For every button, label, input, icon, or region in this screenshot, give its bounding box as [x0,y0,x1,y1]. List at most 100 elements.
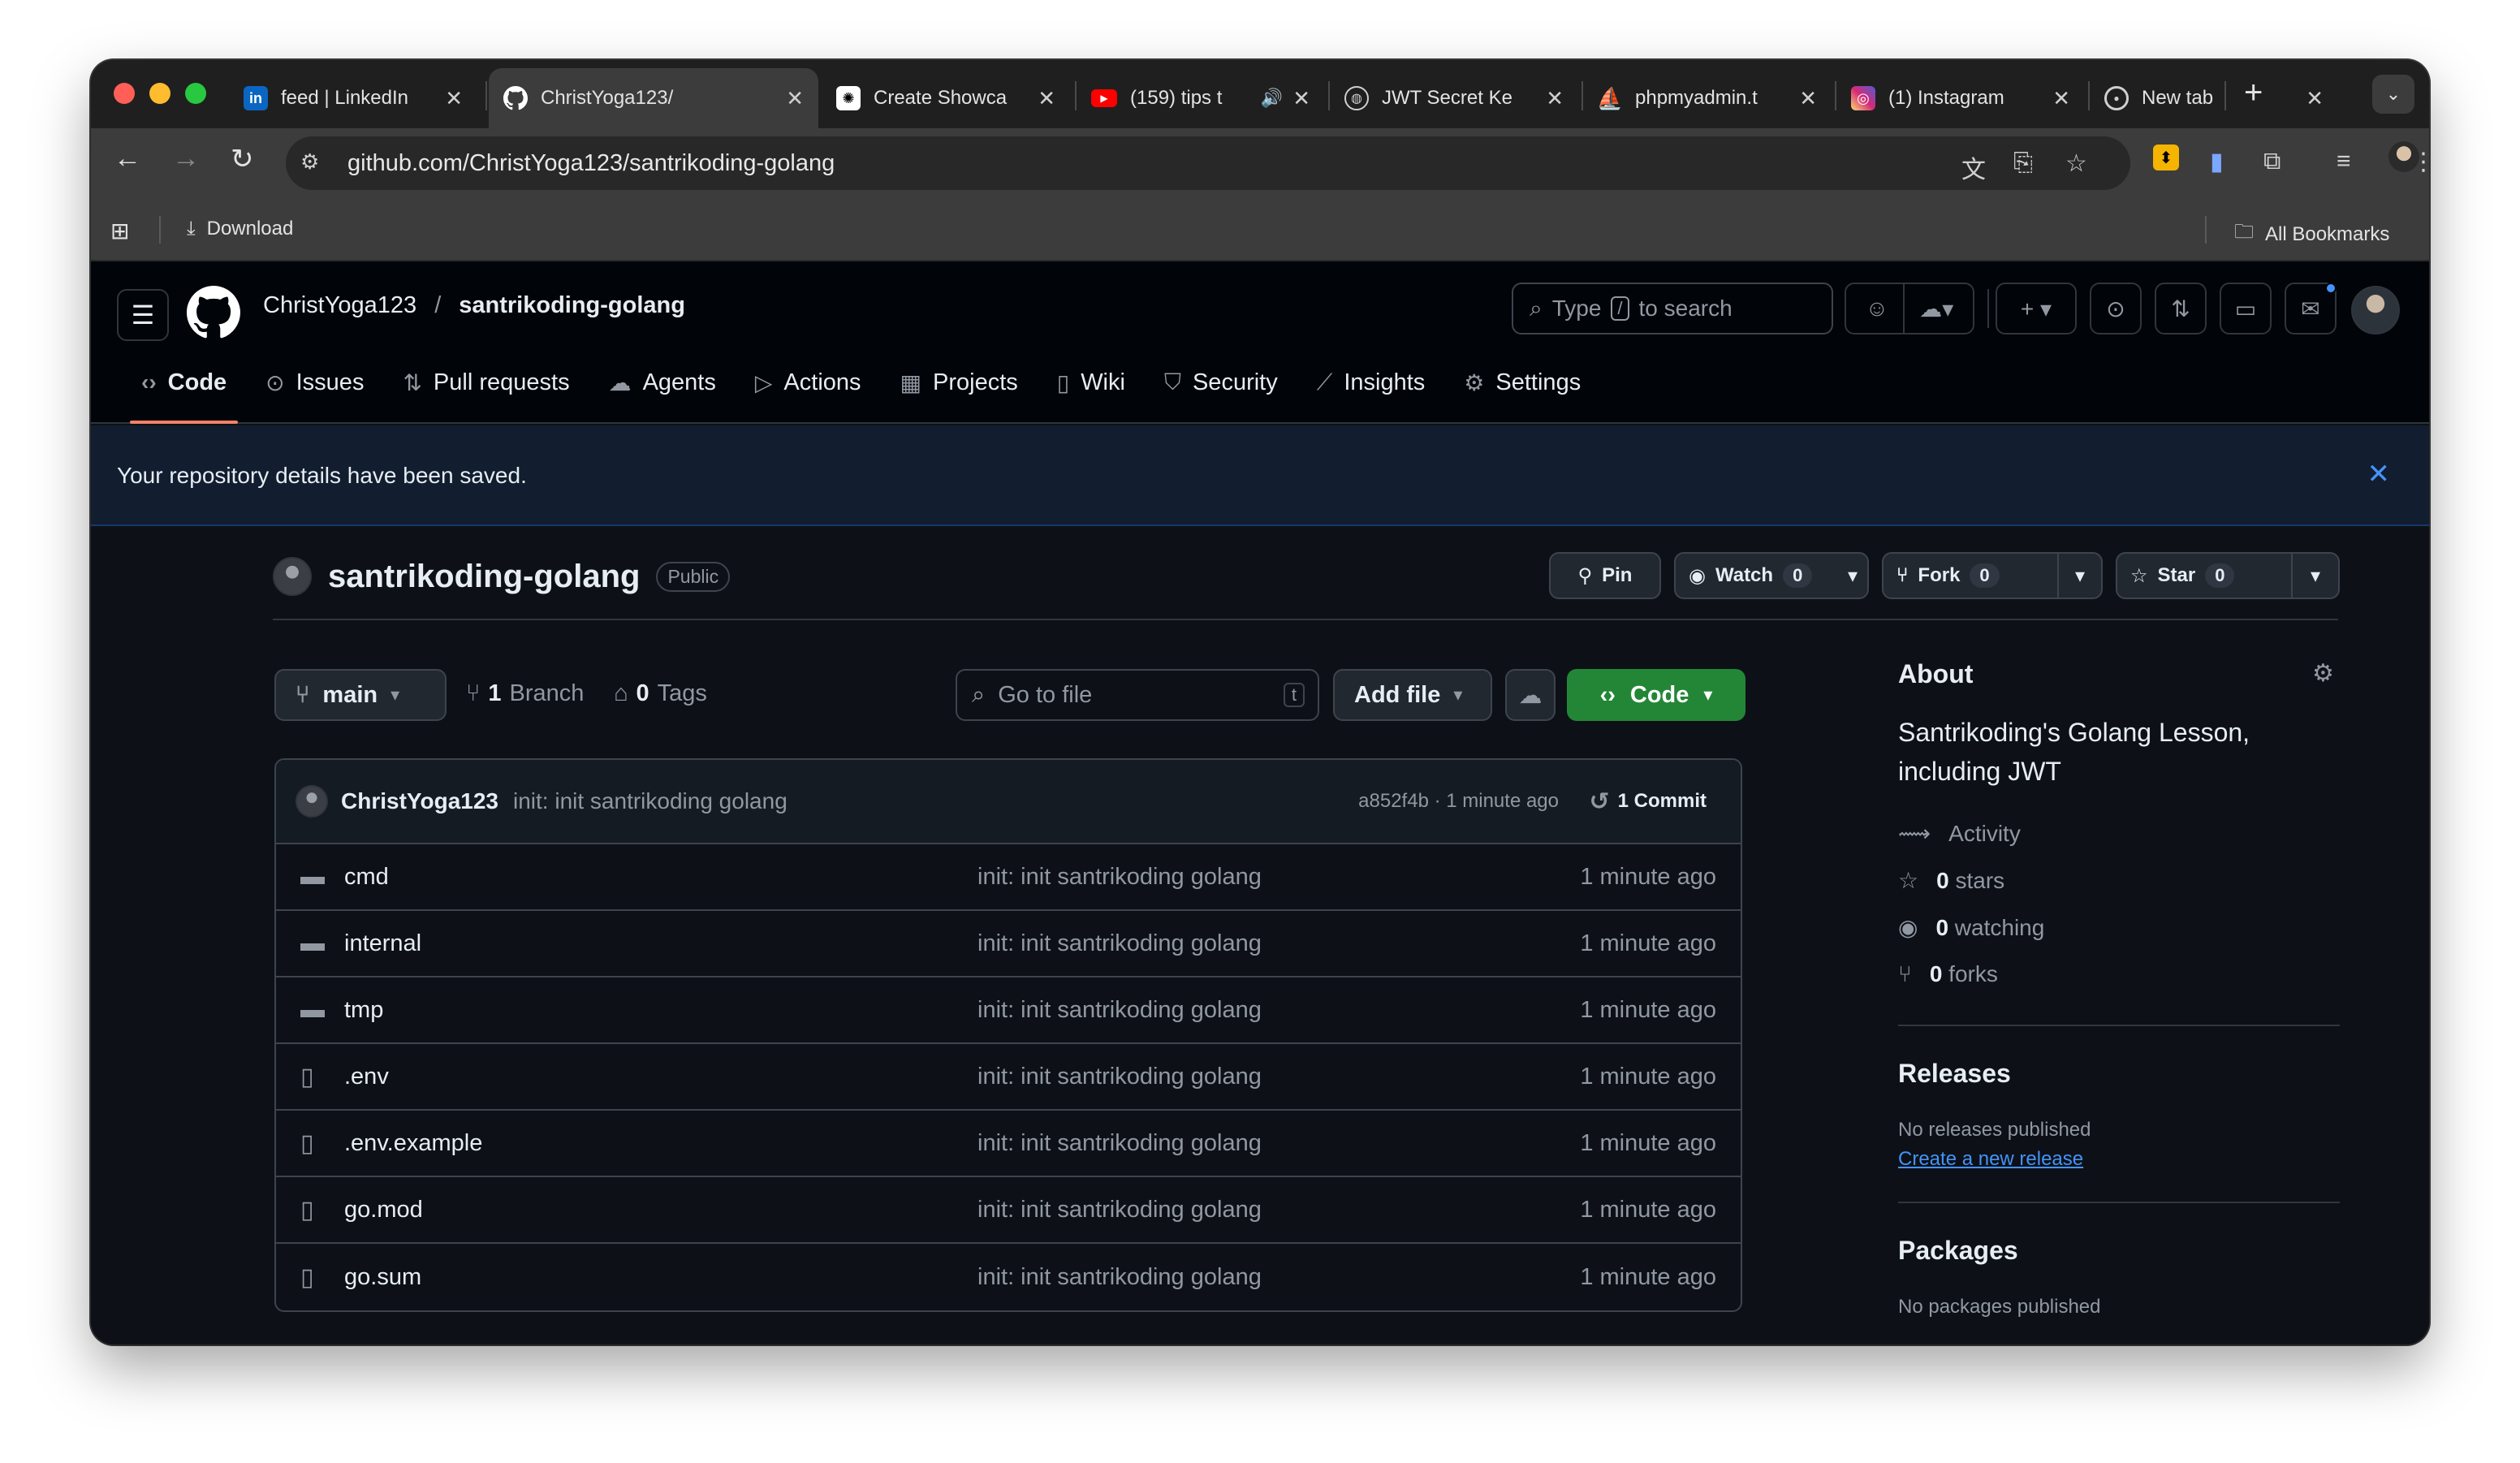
file-name[interactable]: internal [344,930,421,957]
packages-heading[interactable]: Packages [1898,1236,2018,1266]
tab-search-chevron-icon[interactable]: ⌄ [2372,75,2414,114]
author-avatar[interactable] [296,785,328,818]
tab-pull-requests[interactable]: ⇅ Pull requests [383,352,589,412]
browser-tab-active[interactable]: ChristYoga123/ ✕ [489,68,818,128]
site-info-icon[interactable]: ⚙ [300,149,319,175]
tab-projects[interactable]: ▦ Projects [881,352,1038,412]
branch-select[interactable]: ⑂ main ▾ [274,669,447,721]
commit-history-link[interactable]: ↺ 1 Commit [1590,788,1707,816]
extensions-puzzle-icon[interactable]: ⧉ [2263,148,2281,175]
repositories-icon[interactable]: ▭ [2220,283,2272,334]
file-name[interactable]: tmp [344,997,383,1024]
branches-link[interactable]: ⑂ 1 Branch [466,680,584,707]
chevron-down-icon[interactable]: ▾ [2056,554,2101,598]
github-logo-icon[interactable] [187,286,240,339]
go-to-file-input[interactable]: ⌕ Go to file t [956,669,1319,721]
copilot-button[interactable]: ☺ ☁▾ [1845,283,1974,334]
file-commit-message[interactable]: init: init santrikoding golang [977,1130,1262,1157]
close-tab-icon[interactable]: ✕ [445,86,463,111]
repo-link[interactable]: santrikoding-golang [459,292,685,319]
minimize-window-button[interactable] [149,83,170,104]
close-window-button[interactable] [114,83,135,104]
chrome-menu-icon[interactable]: ⋮ [2411,148,2429,176]
chevron-down-icon[interactable]: ▾ [2290,554,2338,598]
table-row[interactable]: ▬ cmd init: init santrikoding golang 1 m… [276,844,1741,911]
close-tab-icon[interactable]: ✕ [1038,86,1055,111]
repo-name[interactable]: santrikoding-golang [328,559,640,595]
extension-honey-icon[interactable]: ⬍ [2153,145,2179,170]
tab-issues[interactable]: ⊙ Issues [246,352,383,412]
search-input[interactable]: ⌕ Type / to search [1512,283,1833,334]
browser-tab[interactable]: ✺ Create Showca ✕ [822,68,1070,128]
table-row[interactable]: ▬ tmp init: init santrikoding golang 1 m… [276,977,1741,1044]
zoom-window-button[interactable] [185,83,206,104]
releases-heading[interactable]: Releases [1898,1059,2011,1089]
back-arrow-icon[interactable]: ← [114,143,141,175]
bookmark-star-icon[interactable]: ☆ [2065,149,2087,178]
forks-link[interactable]: ⑂ 0 forks [1898,961,1998,987]
browser-tab[interactable]: ⛵ phpmyadmin.t ✕ [1583,68,1832,128]
owner-avatar[interactable] [273,557,312,596]
translate-icon[interactable]: 文 [1961,149,1986,185]
commit-author[interactable]: ChristYoga123 [341,788,498,814]
table-row[interactable]: ▯ .env.example init: init santrikoding g… [276,1111,1741,1177]
tab-wiki[interactable]: ▯ Wiki [1038,352,1145,412]
create-new-plus-icon[interactable]: + ▾ [1996,283,2077,334]
watch-button[interactable]: ◉ Watch 0 ▾ [1674,552,1869,599]
add-file-button[interactable]: Add file ▾ [1333,669,1492,721]
file-commit-message[interactable]: init: init santrikoding golang [977,930,1262,957]
browser-tab[interactable]: ◎ (1) Instagram ✕ [1836,68,2085,128]
agents-cloud-button[interactable]: ☁ [1505,669,1556,721]
pull-requests-icon[interactable]: ⇅ [2155,283,2207,334]
commit-meta[interactable]: a852f4b · 1 minute ago [1358,790,1559,813]
file-name[interactable]: go.sum [344,1264,421,1291]
tab-security[interactable]: ⛉ Security [1145,352,1297,412]
file-name[interactable]: cmd [344,864,389,891]
browser-tab[interactable]: in feed | LinkedIn ✕ [229,68,477,128]
tab-settings[interactable]: ⚙ Settings [1444,352,1600,412]
close-tab-icon[interactable]: ✕ [2306,86,2324,111]
audio-playing-icon[interactable]: 🔊 [1261,88,1283,109]
table-row[interactable]: ▯ go.mod init: init santrikoding golang … [276,1177,1741,1244]
install-app-icon[interactable]: ⎘ [2013,149,2033,177]
extension-docs-icon[interactable]: ▮ [2210,148,2224,176]
owner-link[interactable]: ChristYoga123 [263,292,416,319]
close-icon[interactable]: ✕ [2367,458,2391,490]
activity-link[interactable]: ⟿ Activity [1898,820,2021,847]
star-button[interactable]: ☆ Star 0 ▾ [2116,552,2340,599]
pin-button[interactable]: ⚲ Pin [1549,552,1661,599]
user-avatar[interactable] [2351,286,2400,334]
browser-tab[interactable]: ▶ (159) tips t 🔊 ✕ [1077,68,1325,128]
code-button[interactable]: ‹› Code ▾ [1567,669,1745,721]
tags-link[interactable]: ⌂ 0 Tags [614,680,707,707]
browser-tab[interactable]: ● New tab ✕ [2090,68,2338,128]
all-bookmarks[interactable]: 🗀 All Bookmarks [2234,218,2389,251]
bookmark-download[interactable]: ⤓ Download [187,218,293,240]
stars-link[interactable]: ☆ 0 stars [1898,867,2004,894]
chevron-down-icon[interactable]: ▾ [1838,554,1867,598]
reading-list-icon[interactable]: ≡ [2337,148,2351,175]
file-commit-message[interactable]: init: init santrikoding golang [977,1197,1262,1223]
file-commit-message[interactable]: init: init santrikoding golang [977,864,1262,891]
address-bar[interactable]: ⚙ github.com/ChristYoga123/santrikoding-… [286,136,2130,190]
forward-arrow-icon[interactable]: → [172,143,200,175]
create-release-link[interactable]: Create a new release [1898,1148,2083,1171]
close-tab-icon[interactable]: ✕ [1546,86,1564,111]
table-row[interactable]: ▬ internal init: init santrikoding golan… [276,911,1741,977]
gear-icon[interactable]: ⚙ [2312,659,2334,688]
file-name[interactable]: go.mod [344,1197,423,1223]
watching-link[interactable]: ◉ 0 watching [1898,914,2044,941]
tab-code[interactable]: ‹› Code [122,352,246,424]
table-row[interactable]: ▯ go.sum init: init santrikoding golang … [276,1244,1741,1310]
reload-icon[interactable]: ↻ [231,143,254,175]
issues-icon[interactable]: ⊙ [2090,283,2142,334]
hamburger-menu-icon[interactable]: ☰ [117,289,169,341]
tab-actions[interactable]: ▷ Actions [736,352,881,412]
file-commit-message[interactable]: init: init santrikoding golang [977,997,1262,1024]
fork-button[interactable]: ⑂ Fork 0 ▾ [1882,552,2103,599]
close-tab-icon[interactable]: ✕ [1799,86,1817,111]
close-tab-icon[interactable]: ✕ [2052,86,2070,111]
new-tab-plus-icon[interactable]: + [2244,75,2263,111]
file-commit-message[interactable]: init: init santrikoding golang [977,1264,1262,1291]
file-name[interactable]: .env [344,1064,389,1090]
